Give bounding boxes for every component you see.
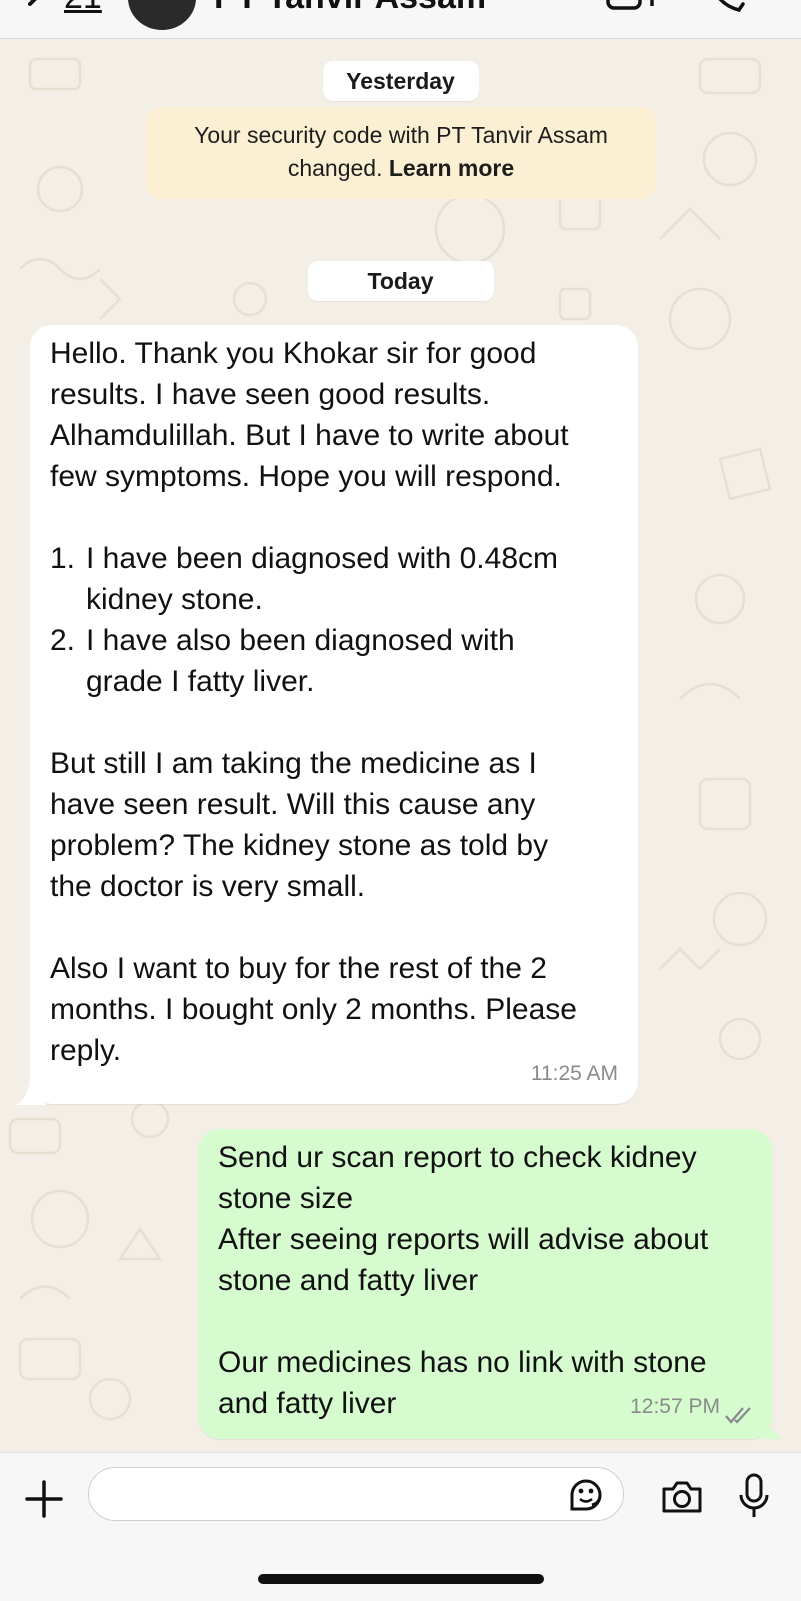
outgoing-bubble-tail bbox=[760, 1409, 784, 1439]
message-line: stone size bbox=[218, 1182, 354, 1215]
chat-header: 21 PT Tanvir Assam bbox=[0, 0, 801, 39]
message-line: Alhamdulillah. But I have to write about bbox=[50, 419, 569, 452]
list-text: I have also been diagnosed with bbox=[86, 624, 515, 657]
chat-area[interactable]: Yesterday Your security code with PT Tan… bbox=[0, 39, 801, 1452]
message-line: months. I bought only 2 months. Please bbox=[50, 993, 577, 1026]
message-line: stone and fatty liver bbox=[218, 1264, 479, 1297]
date-separator-yesterday: Yesterday bbox=[322, 61, 479, 101]
list-number: 2. bbox=[50, 624, 76, 657]
incoming-bubble-tail bbox=[16, 1073, 46, 1105]
message-line: After seeing reports will advise about bbox=[218, 1223, 709, 1256]
list-item: 1. I have been diagnosed with 0.48cm bbox=[50, 538, 618, 579]
security-notice-line2: changed. Learn more bbox=[146, 152, 656, 185]
message-line: Our medicines has no link with stone bbox=[218, 1346, 707, 1379]
security-notice-line1: Your security code with PT Tanvir Assam bbox=[194, 122, 608, 148]
list-text: grade I fatty liver. bbox=[86, 665, 315, 698]
back-chevron-icon[interactable] bbox=[24, 0, 54, 20]
message-line: Send ur scan report to check kidney bbox=[218, 1141, 697, 1174]
message-line: few symptoms. Hope you will respond. bbox=[50, 460, 562, 493]
message-line: But still I am taking the medicine as I bbox=[50, 747, 537, 780]
contact-name[interactable]: PT Tanvir Assam bbox=[214, 0, 486, 17]
outgoing-message-bubble[interactable]: Send ur scan report to check kidney ston… bbox=[198, 1129, 772, 1439]
message-line: Hello. Thank you Khokar sir for good bbox=[50, 337, 537, 370]
message-line: problem? The kidney stone as told by bbox=[50, 829, 549, 862]
read-receipt-icon bbox=[725, 1407, 751, 1424]
back-unread-count[interactable]: 21 bbox=[64, 0, 102, 17]
home-indicator[interactable] bbox=[258, 1574, 544, 1584]
message-timestamp: 11:25 AM bbox=[530, 1062, 618, 1085]
sticker-icon[interactable] bbox=[566, 1475, 606, 1515]
message-line: have seen result. Will this cause any bbox=[50, 788, 536, 821]
message-line: results. I have seen good results. bbox=[50, 378, 491, 411]
list-item-continuation: grade I fatty liver. bbox=[50, 661, 618, 702]
security-notice-changed: changed. bbox=[287, 155, 383, 181]
learn-more-link[interactable]: Learn more bbox=[389, 155, 514, 181]
message-timestamp: 12:57 PM bbox=[630, 1395, 720, 1418]
list-item: 2. I have also been diagnosed with bbox=[50, 620, 618, 661]
video-call-icon[interactable] bbox=[606, 0, 656, 14]
list-text: I have been diagnosed with 0.48cm bbox=[86, 542, 558, 575]
message-line: the doctor is very small. bbox=[50, 870, 366, 903]
contact-avatar[interactable] bbox=[128, 0, 196, 30]
message-line: Also I want to buy for the rest of the 2 bbox=[50, 952, 547, 985]
list-item-continuation: kidney stone. bbox=[50, 579, 618, 620]
incoming-message-bubble[interactable]: Hello. Thank you Khokar sir for good res… bbox=[30, 325, 638, 1104]
list-text: kidney stone. bbox=[86, 583, 263, 616]
date-separator-today: Today bbox=[307, 261, 494, 301]
phone-call-icon[interactable] bbox=[705, 0, 745, 16]
plus-icon[interactable] bbox=[24, 1479, 64, 1519]
camera-icon[interactable] bbox=[660, 1479, 704, 1515]
list-number: 1. bbox=[50, 542, 76, 575]
message-text-input[interactable] bbox=[88, 1467, 624, 1521]
microphone-icon[interactable] bbox=[738, 1473, 770, 1519]
security-code-notice[interactable]: Your security code with PT Tanvir Assam … bbox=[146, 107, 656, 199]
